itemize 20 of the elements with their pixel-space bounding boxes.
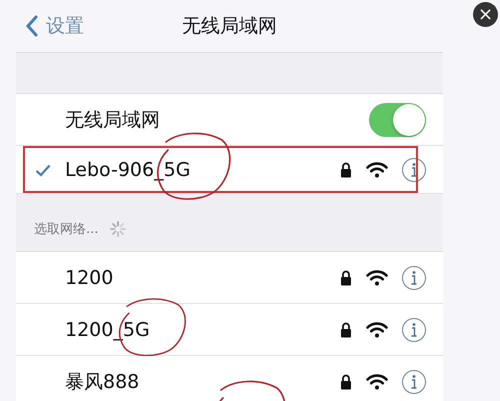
info-icon: [410, 270, 418, 286]
nav-title: 无线局域网: [182, 14, 277, 39]
info-icon: [410, 374, 418, 390]
info-button[interactable]: [402, 370, 426, 394]
wifi-icon: [366, 270, 388, 286]
section-header: 选取网络...: [34, 220, 98, 238]
info-icon: [410, 162, 418, 178]
network-name: 暴风888: [65, 370, 140, 394]
info-button[interactable]: [402, 266, 426, 290]
back-chevron-icon: [26, 15, 38, 37]
network-name: 1200: [65, 266, 114, 288]
wifi-icon: [366, 162, 388, 178]
info-button[interactable]: [402, 158, 426, 182]
info-button[interactable]: [402, 318, 426, 342]
wifi-icon: [366, 322, 388, 338]
wifi-label: 无线局域网: [65, 108, 160, 132]
close-button[interactable]: ×: [473, 2, 498, 27]
wifi-toggle[interactable]: [369, 102, 426, 136]
wifi-icon: [366, 374, 388, 390]
info-icon: [410, 322, 418, 338]
